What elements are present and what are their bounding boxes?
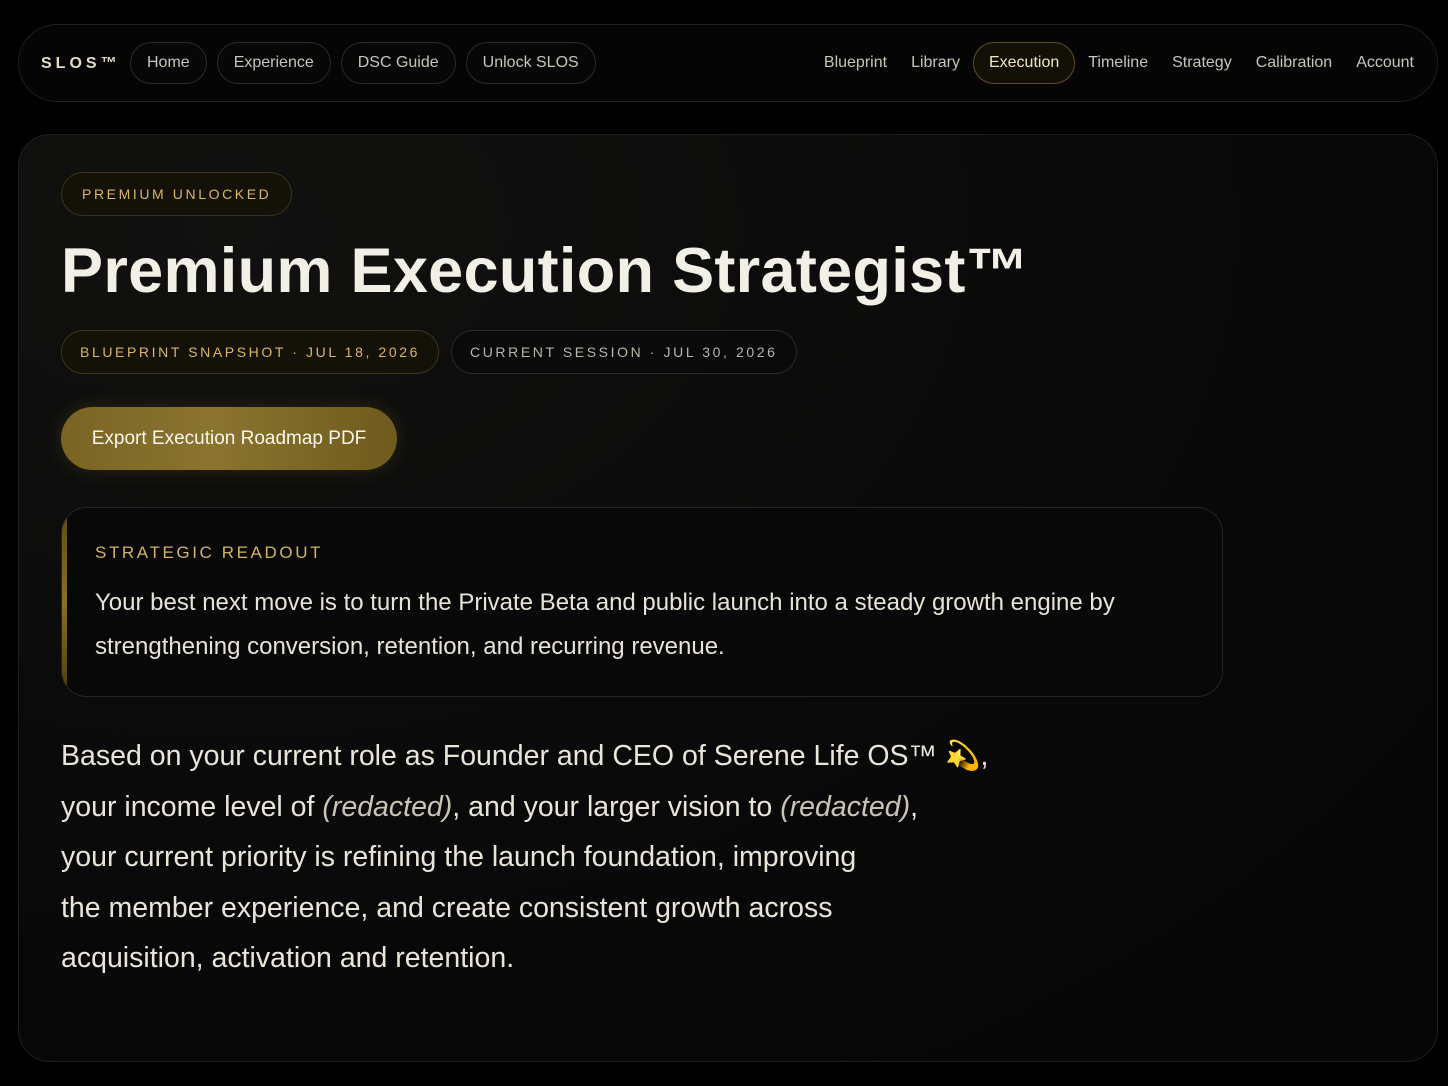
brand-logo[interactable]: SLOS™ <box>41 54 121 74</box>
readout-text: Your best next move is to turn the Priva… <box>95 589 1115 660</box>
export-roadmap-button[interactable]: Export Execution Roadmap PDF <box>61 407 397 470</box>
top-nav: SLOS™ Home Experience DSC Guide Unlock S… <box>18 24 1438 102</box>
nav-home-button[interactable]: Home <box>130 42 207 84</box>
income-redacted: (redacted) <box>322 790 453 823</box>
summary-line-2b: , and your larger vision to <box>452 790 781 823</box>
vision-redacted: (redacted) <box>780 790 911 823</box>
summary-line-2c: , <box>910 790 919 823</box>
nav-blueprint-link[interactable]: Blueprint <box>813 42 898 84</box>
summary-line-2a: your income level of <box>61 790 323 823</box>
summary-line-1: Based on your current role as Founder an… <box>61 740 989 772</box>
readout-label: STRATEGIC READOUT <box>95 543 324 562</box>
main-card: PREMIUM UNLOCKED Premium Execution Strat… <box>18 134 1438 1062</box>
strategic-readout-panel: STRATEGIC READOUT Your best next move is… <box>61 507 1223 697</box>
summary-line-3: your current priority is refining the la… <box>61 841 857 873</box>
nav-account-link[interactable]: Account <box>1345 42 1425 84</box>
nav-unlock-slos-button[interactable]: Unlock SLOS <box>465 42 596 84</box>
nav-calibration-link[interactable]: Calibration <box>1245 42 1343 84</box>
nav-right-group: Blueprint Library Execution Timeline Str… <box>813 42 1425 84</box>
nav-strategy-link[interactable]: Strategy <box>1161 42 1243 84</box>
date-chips: BLUEPRINT SNAPSHOT · JUL 18, 2026 CURREN… <box>61 330 797 374</box>
summary-line-5: acquisition, activation and retention. <box>61 942 515 974</box>
nav-dsc-guide-button[interactable]: DSC Guide <box>340 42 456 84</box>
nav-execution-link[interactable]: Execution <box>972 42 1076 84</box>
nav-timeline-link[interactable]: Timeline <box>1077 42 1159 84</box>
page-title: Premium Execution Strategist™ <box>61 236 1029 306</box>
blueprint-snapshot-chip: BLUEPRINT SNAPSHOT · JUL 18, 2026 <box>61 330 439 374</box>
nav-library-link[interactable]: Library <box>900 42 971 84</box>
readout-accent-bar <box>62 508 67 696</box>
summary-line-4: the member experience, and create consis… <box>61 891 833 924</box>
nav-left-group: Home Experience DSC Guide Unlock SLOS <box>130 42 596 84</box>
summary-paragraph: Based on your current role as Founder an… <box>61 731 1021 984</box>
premium-badge: PREMIUM UNLOCKED <box>61 172 293 216</box>
nav-experience-button[interactable]: Experience <box>216 42 331 84</box>
current-session-chip: CURRENT SESSION · JUL 30, 2026 <box>450 330 797 374</box>
